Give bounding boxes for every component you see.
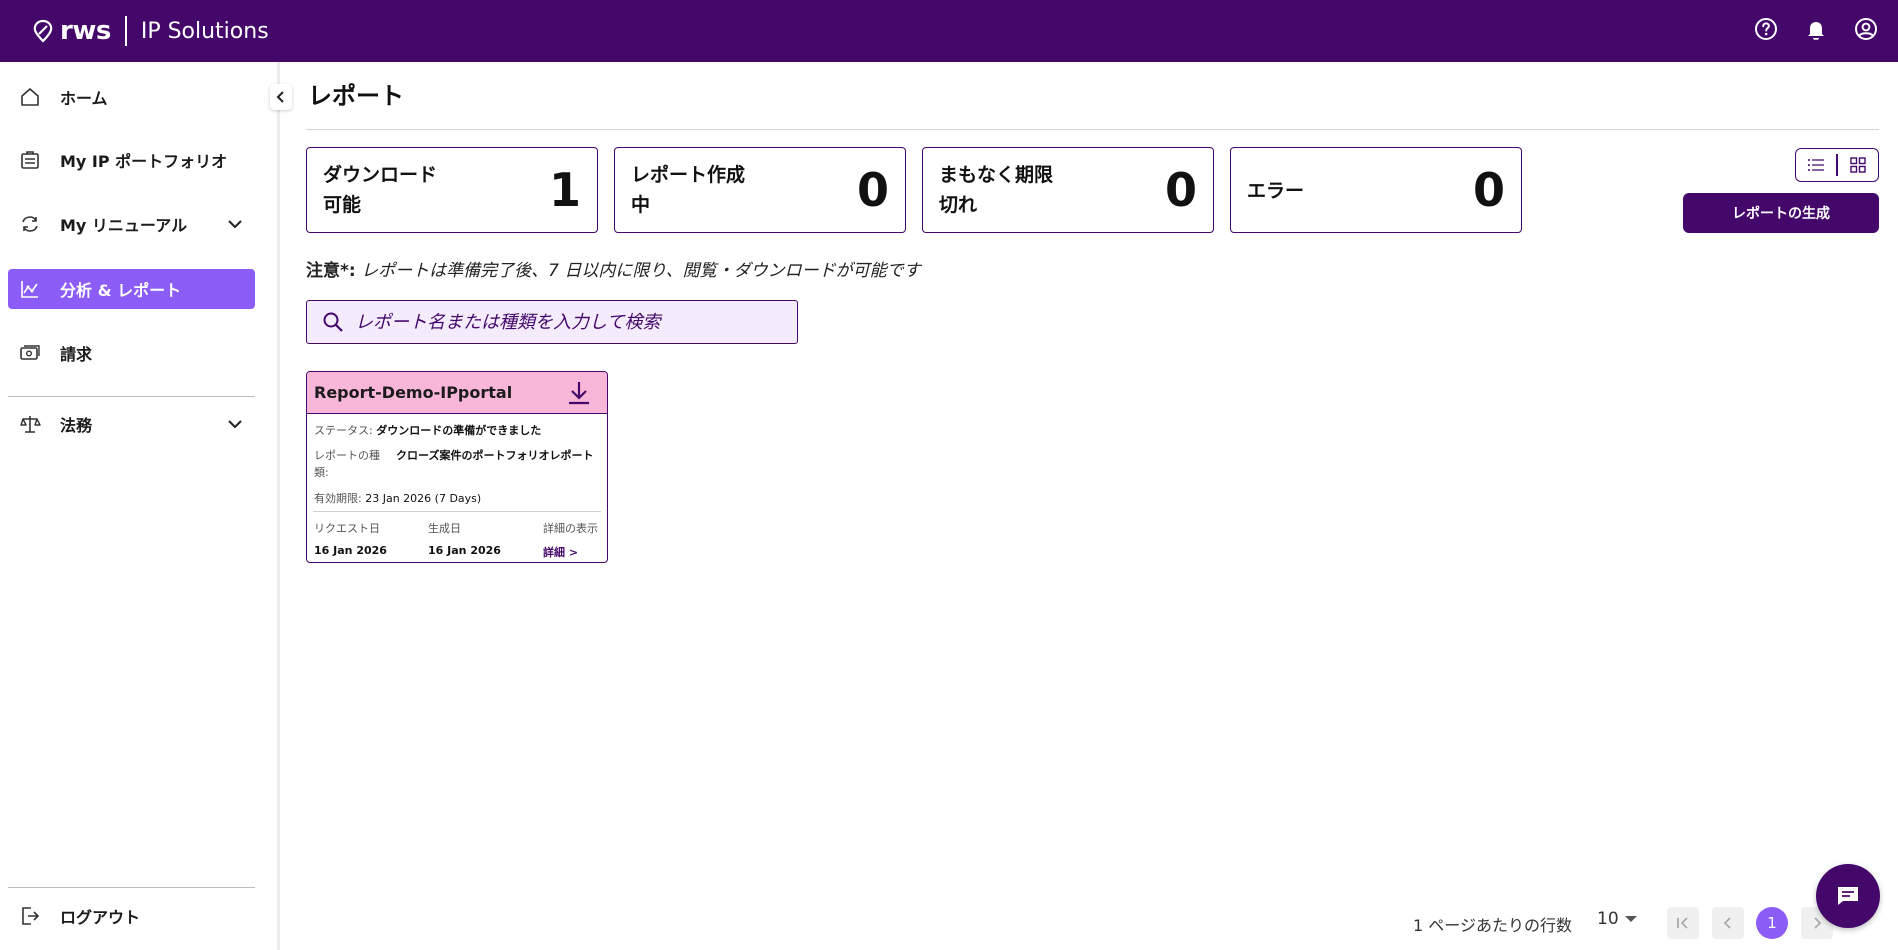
sidebar-item-renewal[interactable]: My リニューアル (8, 204, 255, 244)
status-value: ダウンロードの準備ができました (376, 424, 542, 437)
rws-logo-icon (33, 19, 53, 43)
sidebar-item-label: 分析 & レポート (60, 281, 182, 300)
caret-down-icon (1624, 916, 1637, 922)
sidebar-item-home[interactable]: ホーム (8, 77, 255, 117)
report-expiry-row: 有効期限: 23 Jan 2026 (7 Days) (314, 490, 481, 506)
note-text: レポートは準備完了後、7 日以内に限り、閲覧・ダウンロードが可能です (355, 261, 921, 281)
details-link[interactable]: 詳細 > (543, 544, 598, 560)
report-card-header: Report-Demo-IPportal (307, 372, 607, 414)
view-toggle (1795, 148, 1879, 182)
account-icon[interactable] (1852, 15, 1880, 43)
details-key: 詳細の表示 (543, 522, 598, 535)
previous-page-button[interactable] (1712, 907, 1744, 939)
retention-note: 注意*: レポートは準備完了後、7 日以内に限り、閲覧・ダウンロードが可能です (306, 256, 921, 281)
expiry-value: 23 Jan 2026 (7 Days) (365, 492, 482, 505)
search-input[interactable] (355, 311, 775, 333)
rows-per-page-label: 1 ページあたりの行数 (1413, 916, 1572, 935)
stat-value: 0 (856, 163, 889, 217)
grid-view-icon[interactable] (1838, 150, 1878, 181)
logout-icon (18, 904, 42, 928)
sidebar-item-analytics-reports[interactable]: 分析 & レポート (8, 269, 255, 309)
sidebar-divider (8, 887, 255, 888)
stat-label: ダウンロード可能 (323, 164, 438, 216)
requested-date-column: リクエスト日 16 Jan 2026 (314, 520, 387, 557)
chat-button[interactable] (1816, 864, 1880, 928)
chevron-left-icon (276, 91, 284, 103)
generate-report-button[interactable]: レポートの生成 (1683, 193, 1879, 233)
generated-date-column: 生成日 16 Jan 2026 (428, 520, 501, 557)
chevron-down-icon[interactable] (225, 214, 245, 234)
sidebar-collapse-button[interactable] (270, 84, 292, 110)
stat-card-error[interactable]: エラー 0 (1230, 147, 1522, 233)
renewal-icon (18, 212, 42, 236)
details-column: 詳細の表示 詳細 > (543, 520, 598, 560)
generated-key: 生成日 (428, 522, 461, 535)
stat-value: 0 (1472, 163, 1505, 217)
sidebar: ホーム My IP ポートフォリオ My リニューアル 分析 & レポート 請求… (0, 62, 280, 950)
portfolio-icon (18, 148, 42, 172)
sidebar-item-label: My リニューアル (60, 216, 188, 235)
first-page-icon (1677, 917, 1688, 929)
expiry-key: 有効期限: (314, 492, 362, 505)
bell-icon[interactable] (1802, 15, 1830, 43)
report-status-row: ステータス: ダウンロードの準備ができました (314, 422, 541, 438)
chevron-left-icon (1723, 917, 1731, 929)
sidebar-item-label: ホーム (60, 89, 108, 108)
stat-label: まもなく期限切れ (939, 164, 1054, 216)
brand-divider (124, 16, 127, 46)
sidebar-item-portfolio[interactable]: My IP ポートフォリオ (8, 140, 255, 180)
stat-label: エラー (1247, 180, 1305, 202)
sidebar-divider (8, 396, 255, 397)
logout-label: ログアウト (60, 908, 141, 927)
sidebar-item-label: My IP ポートフォリオ (60, 152, 228, 171)
chat-icon (1838, 887, 1858, 905)
chevron-right-icon (1814, 917, 1822, 929)
status-key: ステータス: (314, 424, 373, 437)
sidebar-item-label: 法務 (60, 416, 93, 435)
type-key: レポートの種類: (314, 449, 380, 479)
generated-value: 16 Jan 2026 (428, 544, 501, 557)
help-icon[interactable] (1752, 15, 1780, 43)
list-view-icon[interactable] (1796, 150, 1836, 181)
download-icon[interactable] (565, 378, 593, 408)
report-title: Report-Demo-IPportal (314, 383, 513, 402)
analytics-icon (18, 277, 42, 301)
search-box (306, 300, 798, 344)
page-number-current[interactable]: 1 (1756, 907, 1788, 939)
type-value: クローズ案件のポートフォリオレポート (396, 449, 594, 462)
title-divider (306, 129, 1879, 130)
stat-value: 1 (548, 163, 581, 217)
scales-icon (18, 412, 42, 436)
brand-name: rws (60, 16, 111, 46)
stat-label: レポート作成中 (631, 164, 746, 216)
chevron-down-icon[interactable] (225, 414, 245, 434)
home-icon (18, 85, 42, 109)
brand-logo[interactable]: rws IP Solutions (30, 16, 269, 46)
rows-per-page-select[interactable]: 10 (1597, 909, 1637, 929)
sidebar-item-legal[interactable]: 法務 (8, 404, 255, 444)
sidebar-item-label: 請求 (60, 345, 93, 364)
top-bar: rws IP Solutions (0, 0, 1898, 62)
stat-value: 0 (1164, 163, 1197, 217)
requested-key: リクエスト日 (314, 522, 380, 535)
rows-per-page-value: 10 (1597, 909, 1619, 929)
first-page-button[interactable] (1667, 907, 1699, 939)
note-prefix: 注意*: (306, 261, 356, 281)
report-card[interactable]: Report-Demo-IPportal ステータス: ダウンロードの準備ができ… (306, 371, 608, 563)
sidebar-item-billing[interactable]: 請求 (8, 333, 255, 373)
stat-card-expiring-soon[interactable]: まもなく期限切れ 0 (922, 147, 1214, 233)
stat-card-downloadable[interactable]: ダウンロード可能 1 (306, 147, 598, 233)
product-name: IP Solutions (140, 18, 269, 44)
report-card-divider (313, 511, 601, 512)
billing-icon (18, 341, 42, 365)
logout-button[interactable]: ログアウト (8, 896, 255, 936)
requested-value: 16 Jan 2026 (314, 544, 387, 557)
search-icon (323, 312, 343, 332)
page-title: レポート (308, 82, 404, 110)
stat-card-in-progress[interactable]: レポート作成中 0 (614, 147, 906, 233)
